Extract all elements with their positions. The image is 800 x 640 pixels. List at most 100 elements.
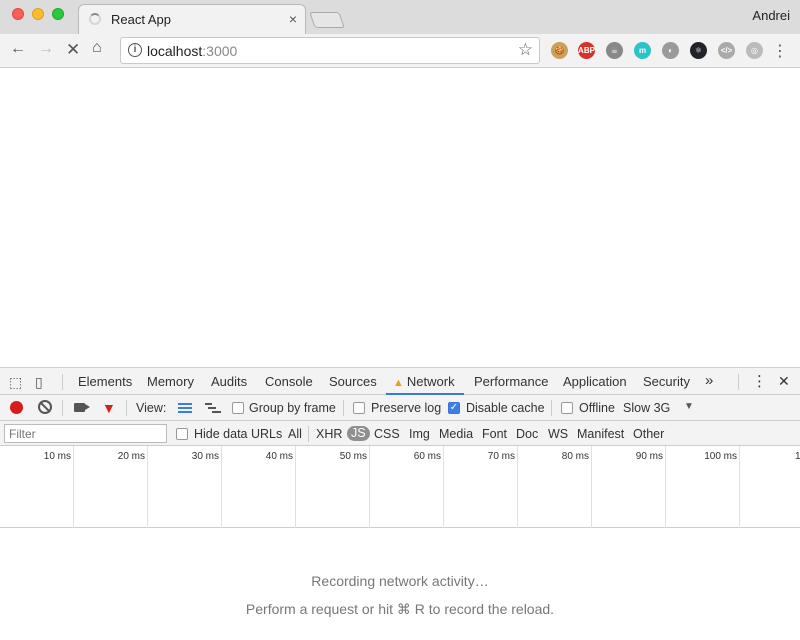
timeline-gridline	[73, 446, 74, 528]
timeline-tick-label: 50 ms	[339, 451, 367, 462]
close-window-button[interactable]	[12, 8, 24, 20]
timeline-tick-label: 10 ms	[43, 451, 71, 462]
more-tabs-icon[interactable]: »	[705, 372, 713, 389]
devtools-tab-bar: ⬚ ▯ Elements Memory Audits Console Sourc…	[0, 367, 800, 395]
coffee-extension-icon[interactable]: ☕	[606, 42, 623, 59]
filter-type-other[interactable]: Other	[633, 427, 664, 441]
offline-checkbox[interactable]	[561, 402, 573, 414]
minimize-window-button[interactable]	[32, 8, 44, 20]
hide-data-urls-checkbox[interactable]	[176, 428, 188, 440]
tab-close-icon[interactable]: ×	[289, 11, 297, 27]
network-toolbar: ▼ View: Group by frame Preserve log ✓ Di…	[0, 395, 800, 421]
browser-menu-icon[interactable]: ⋮	[772, 41, 788, 61]
tab-security[interactable]: Security	[643, 374, 690, 389]
browser-tab-react-app[interactable]: React App ×	[78, 4, 306, 34]
view-label: View:	[136, 401, 167, 415]
browser-tab-strip: React App × Andrei	[0, 0, 800, 34]
home-button[interactable]: ⌂	[92, 39, 102, 57]
disable-cache-label: Disable cache	[466, 401, 545, 415]
profile-name[interactable]: Andrei	[752, 8, 790, 23]
filter-type-css[interactable]: CSS	[374, 427, 400, 441]
large-rows-view-icon[interactable]	[178, 403, 192, 413]
timeline-gridline	[591, 446, 592, 528]
preserve-log-checkbox[interactable]	[353, 402, 365, 414]
filter-input[interactable]	[4, 424, 167, 443]
filter-type-manifest[interactable]: Manifest	[577, 427, 624, 441]
forward-button[interactable]: →	[38, 40, 54, 58]
throttling-dropdown-icon[interactable]: ▼	[684, 401, 694, 412]
timeline-tick-label: 90 ms	[635, 451, 663, 462]
inspect-element-icon[interactable]: ⬚	[9, 374, 22, 391]
timeline-gridline	[517, 446, 518, 528]
browser-toolbar: ← → ✕ ⌂ i localhost:3000 ☆ 🍪 ABP ☕ m ◐ ⚛ </> ◎ …	[0, 34, 800, 68]
divider	[738, 374, 739, 390]
info-icon[interactable]: i	[128, 43, 142, 57]
address-bar[interactable]: i localhost:3000 ☆	[120, 37, 540, 64]
timeline-gridline	[147, 446, 148, 528]
url-port: :3000	[202, 43, 238, 59]
filter-funnel-icon[interactable]: ▼	[102, 401, 116, 415]
timeline-gridline	[443, 446, 444, 528]
devtools-menu-icon[interactable]: ⋮	[752, 372, 767, 390]
timeline-gridline	[665, 446, 666, 528]
tab-sources[interactable]: Sources	[329, 374, 377, 389]
close-devtools-icon[interactable]: ✕	[778, 373, 790, 390]
code-extension-icon[interactable]: </>	[718, 42, 735, 59]
adblock-plus-icon[interactable]: ABP	[578, 42, 595, 59]
loading-spinner-icon	[89, 13, 101, 25]
momentum-extension-icon[interactable]: m	[634, 42, 651, 59]
new-tab-button[interactable]	[309, 12, 345, 28]
timeline-tick-label: 70 ms	[487, 451, 515, 462]
stop-loading-button[interactable]: ✕	[66, 40, 80, 60]
waterfall-view-icon[interactable]	[205, 403, 221, 413]
filter-type-font[interactable]: Font	[482, 427, 507, 441]
filter-type-media[interactable]: Media	[439, 427, 473, 441]
tab-title: React App	[111, 12, 171, 27]
bookmark-star-icon[interactable]: ☆	[518, 40, 533, 60]
filter-type-all[interactable]: All	[288, 427, 302, 441]
divider	[62, 400, 63, 416]
tab-elements[interactable]: Elements	[78, 374, 132, 389]
timeline-tick-label: 40 ms	[265, 451, 293, 462]
clear-icon[interactable]	[38, 400, 52, 414]
tab-console[interactable]: Console	[265, 374, 313, 389]
tab-memory[interactable]: Memory	[147, 374, 194, 389]
timeline-tick-label: 80 ms	[561, 451, 589, 462]
divider	[343, 400, 344, 416]
back-button[interactable]: ←	[10, 40, 26, 58]
tab-performance[interactable]: Performance	[474, 374, 548, 389]
preserve-log-label: Preserve log	[371, 401, 442, 415]
filter-type-ws[interactable]: WS	[548, 427, 568, 441]
device-toolbar-icon[interactable]: ▯	[35, 374, 43, 391]
timeline-gridline	[221, 446, 222, 528]
divider	[308, 426, 309, 442]
timeline-tick-label: 60 ms	[413, 451, 441, 462]
redux-devtools-icon[interactable]: ◐	[662, 42, 679, 59]
react-devtools-icon[interactable]: ⚛	[690, 42, 707, 59]
page-content-area	[0, 68, 800, 367]
timeline-gridline	[739, 446, 740, 528]
tab-application[interactable]: Application	[563, 374, 627, 389]
timeline-gridline	[369, 446, 370, 528]
camera-extension-icon[interactable]: ◎	[746, 42, 763, 59]
disable-cache-checkbox[interactable]: ✓	[448, 402, 460, 414]
filter-type-doc[interactable]: Doc	[516, 427, 538, 441]
tab-network[interactable]: ▲ Network	[393, 374, 455, 389]
record-button[interactable]	[10, 401, 23, 414]
filter-type-img[interactable]: Img	[409, 427, 430, 441]
throttling-select[interactable]: Slow 3G	[623, 401, 670, 415]
capture-screenshots-icon[interactable]	[74, 403, 90, 412]
network-timeline-overview[interactable]: 10 ms 20 ms 30 ms 40 ms 50 ms 60 ms 70 ms 80 ms…	[0, 446, 800, 528]
group-by-frame-checkbox[interactable]	[232, 402, 244, 414]
reload-hint-text: Perform a request or hit ⌘ R to record t…	[245, 601, 555, 617]
tab-network-label: Network	[406, 374, 455, 389]
tab-audits[interactable]: Audits	[211, 374, 247, 389]
cookie-extension-icon[interactable]: 🍪	[551, 42, 568, 59]
filter-type-js[interactable]: JS	[347, 426, 370, 441]
timeline-tick-label: 30 ms	[191, 451, 219, 462]
filter-type-xhr[interactable]: XHR	[316, 427, 342, 441]
maximize-window-button[interactable]	[52, 8, 64, 20]
group-by-frame-label: Group by frame	[249, 401, 336, 415]
divider	[551, 400, 552, 416]
timeline-gridline	[295, 446, 296, 528]
